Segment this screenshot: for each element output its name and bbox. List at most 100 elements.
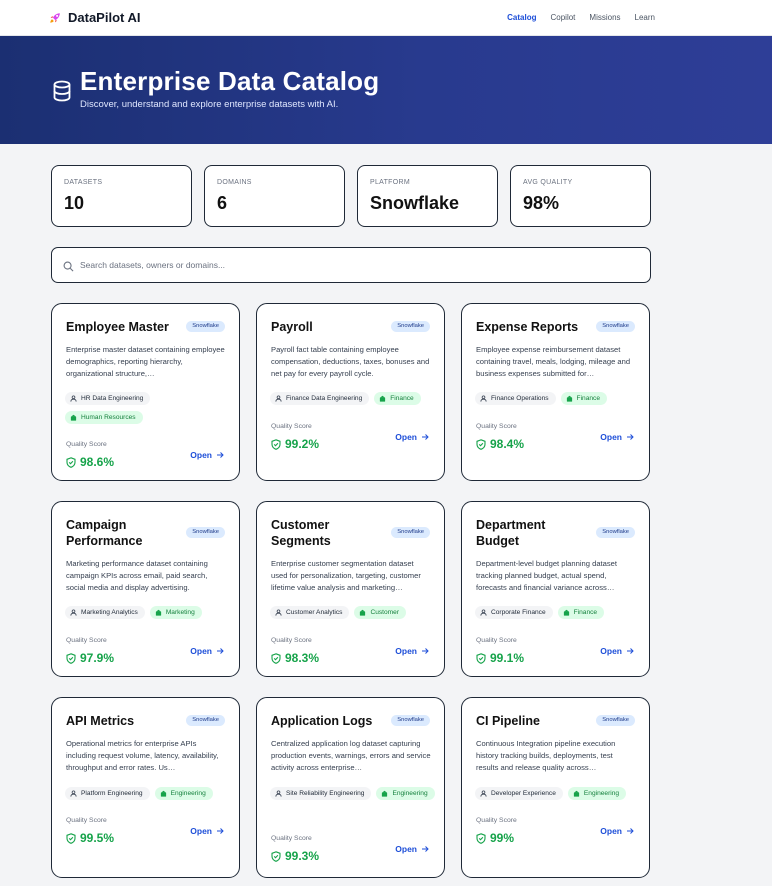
dataset-card-payroll[interactable]: Payroll Snowflake Payroll fact table con… [256,303,445,481]
owner-tag[interactable]: Marketing Analytics [65,606,145,619]
quality-score: 99.1% [476,651,524,665]
quality-score: 98.6% [66,455,114,469]
card-description: Payroll fact table containing employee c… [271,345,430,378]
brand-title: DataPilot AI [68,10,141,25]
domain-tag[interactable]: Engineering [154,787,213,800]
owner-name: Corporate Finance [491,609,546,616]
card-description: Enterprise master dataset containing emp… [66,345,225,378]
card-description: Centralized application log dataset capt… [271,739,431,772]
nav-links: Catalog Copilot Missions Learn [507,13,655,22]
building-icon [70,414,77,421]
owner-tag[interactable]: Developer Experience [475,787,563,800]
dataset-card-customer-segments[interactable]: Customer Segments Snowflake Enterprise c… [256,501,445,677]
owner-tag[interactable]: Platform Engineering [65,787,150,800]
user-icon [480,790,487,797]
card-title: Expense Reports [476,320,579,334]
building-icon [360,609,366,616]
owner-tag[interactable]: Corporate Finance [475,606,553,619]
owner-tag[interactable]: Site Reliability Engineering [270,787,372,800]
platform-badge: Snowflake [186,527,225,538]
nav-link-missions[interactable]: Missions [589,13,620,22]
database-icon [53,80,71,102]
stat-domains: DOMAINS 6 [204,165,345,227]
domain-tag[interactable]: Finance [557,606,605,619]
open-button[interactable]: Open [190,646,224,656]
owner-name: Finance Operations [491,395,549,402]
arrow-right-icon [422,846,429,852]
quality-label: Quality Score [271,835,312,842]
stat-value: 10 [64,193,85,213]
open-button[interactable]: Open [600,432,634,442]
open-button[interactable]: Open [600,646,634,656]
user-icon [480,609,487,616]
open-button[interactable]: Open [600,826,634,836]
card-title: Department Budget [476,518,546,548]
domain-tag[interactable]: Engineering [567,787,627,800]
quality-value: 98.6% [80,455,115,469]
quality-value: 99.3% [285,849,320,863]
quality-score: 99.5% [66,831,114,845]
owner-tag[interactable]: Finance Data Engineering [270,392,370,405]
open-button[interactable]: Open [190,826,224,836]
dataset-card-expense-reports[interactable]: Expense Reports Snowflake Employee expen… [461,303,650,481]
arrow-right-icon [627,828,634,834]
building-icon [563,609,569,616]
owner-tag[interactable]: Customer Analytics [270,606,350,619]
quality-score: 99.2% [271,437,319,451]
quality-score: 97.9% [66,651,114,665]
domain-tag[interactable]: Customer [354,606,407,619]
quality-value: 98.3% [285,651,320,665]
quality-label: Quality Score [66,817,107,824]
building-icon [382,790,388,797]
shield-check-icon [66,456,76,468]
platform-badge: Snowflake [596,321,635,332]
card-tags: Customer Analytics Customer [270,606,435,619]
quality-value: 97.9% [80,651,115,665]
nav-link-learn[interactable]: Learn [635,13,655,22]
dataset-card-campaign-performance[interactable]: Campaign Performance Snowflake Marketing… [51,501,240,677]
search-input[interactable] [80,256,640,274]
open-label: Open [600,826,622,836]
card-description: Department-level budget planning dataset… [476,559,617,592]
open-label: Open [600,646,622,656]
dataset-card-api-metrics[interactable]: API Metrics Snowflake Operational metric… [51,697,240,878]
quality-score: 98.3% [271,651,319,665]
dataset-card-employee-master[interactable]: Employee Master Snowflake Enterprise mas… [51,303,240,481]
stat-label: DATASETS [64,179,103,186]
hero-banner: Enterprise Data Catalog Discover, unders… [0,36,772,144]
owner-name: Site Reliability Engineering [286,790,365,797]
dataset-card-department-budget[interactable]: Department Budget Snowflake Department-l… [461,501,650,677]
open-button[interactable]: Open [395,844,429,854]
domain-tag[interactable]: Engineering [376,787,435,800]
shield-check-icon [66,652,76,664]
stat-platform: PLATFORM Snowflake [357,165,498,227]
quality-value: 99.5% [80,831,115,845]
shield-check-icon [476,438,486,450]
open-button[interactable]: Open [395,646,429,656]
owner-tag[interactable]: HR Data Engineering [65,392,151,405]
domain-name: Finance [576,395,601,402]
top-nav: DataPilot AI Catalog Copilot Missions Le… [0,0,772,36]
owner-name: HR Data Engineering [81,395,144,402]
user-icon [70,609,77,616]
nav-link-copilot[interactable]: Copilot [551,13,576,22]
card-tags: Platform Engineering Engineering [65,787,230,800]
dataset-card-application-logs[interactable]: Application Logs Snowflake Centralized a… [256,697,445,878]
quality-label: Quality Score [271,637,312,644]
domain-tag[interactable]: Marketing [149,606,202,619]
shield-check-icon [476,832,486,844]
dataset-card-ci-pipeline[interactable]: CI Pipeline Snowflake Continuous Integra… [461,697,650,878]
card-title: CI Pipeline [476,714,540,728]
brand[interactable]: DataPilot AI [48,10,140,25]
domain-tag[interactable]: Human Resources [65,411,143,424]
domain-name: Human Resources [81,414,136,421]
nav-link-catalog[interactable]: Catalog [507,13,536,22]
domain-tag[interactable]: Finance [374,392,421,405]
card-description: Marketing performance dataset containing… [66,559,208,592]
card-tags: Corporate Finance Finance [475,606,640,619]
platform-badge: Snowflake [391,715,430,726]
owner-tag[interactable]: Finance Operations [475,392,556,405]
open-button[interactable]: Open [395,432,429,442]
open-button[interactable]: Open [190,450,224,460]
domain-tag[interactable]: Finance [560,392,608,405]
